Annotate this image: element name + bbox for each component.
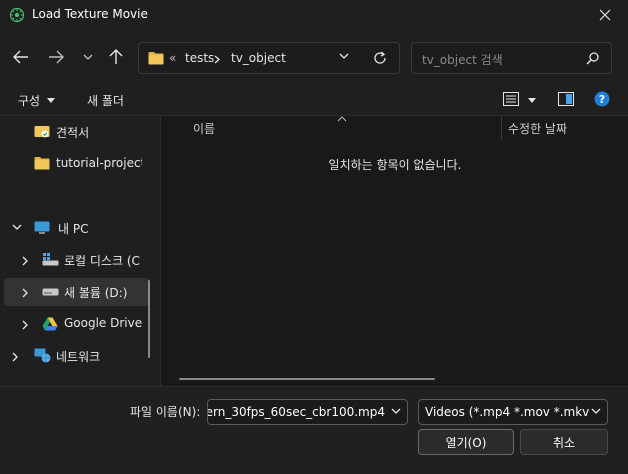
chevron-right-icon[interactable] xyxy=(22,288,28,298)
network-icon xyxy=(34,348,51,363)
close-icon xyxy=(599,9,611,21)
navigation-bar: « tests tv_object tv_object 검색 xyxy=(0,30,628,82)
sidebar-item-label: tutorial-projectio xyxy=(56,156,142,170)
chevron-down-icon[interactable] xyxy=(12,224,22,231)
open-button[interactable]: 열기(O) xyxy=(418,429,514,455)
chevron-down-icon[interactable] xyxy=(391,408,401,415)
sidebar-item-volume-d[interactable]: 새 볼륨 (D:) xyxy=(4,278,150,306)
search-input[interactable]: tv_object 검색 xyxy=(411,42,612,74)
chevron-down-icon xyxy=(83,54,93,60)
sidebar-scrollbar[interactable] xyxy=(148,280,150,358)
sort-ascending-icon xyxy=(337,116,347,122)
sidebar-item-label: 새 볼륨 (D:) xyxy=(64,286,128,300)
sidebar-item-label: 네트워크 xyxy=(56,350,101,364)
sidebar-item-label: 로컬 디스크 (C xyxy=(64,254,140,268)
refresh-icon[interactable] xyxy=(373,51,387,65)
sidebar-item-google-drive[interactable]: Google Drive ( xyxy=(0,310,156,338)
up-button[interactable] xyxy=(104,46,128,68)
svg-text:?: ? xyxy=(599,93,605,106)
search-icon xyxy=(586,52,599,65)
chevron-down-icon[interactable] xyxy=(528,98,536,103)
address-bar[interactable]: « tests tv_object xyxy=(138,42,400,74)
new-folder-button[interactable]: 새 폴더 xyxy=(87,92,124,109)
organize-button[interactable]: 구성 xyxy=(18,92,40,109)
window-title: Load Texture Movie xyxy=(32,7,148,21)
google-drive-icon xyxy=(42,317,58,331)
breadcrumb-overflow[interactable]: « xyxy=(169,51,176,65)
search-placeholder: tv_object 검색 xyxy=(422,53,503,67)
recent-locations-button[interactable] xyxy=(76,46,100,68)
breadcrumb-tests[interactable]: tests xyxy=(185,51,214,65)
chevron-right-icon[interactable] xyxy=(12,352,18,362)
title-bar: Load Texture Movie xyxy=(0,0,628,30)
sidebar-item-network[interactable]: 네트워크 xyxy=(0,342,156,370)
breadcrumb-tv-object[interactable]: tv_object xyxy=(231,51,286,65)
cancel-button[interactable]: 취소 xyxy=(520,429,608,455)
filename-input[interactable]: Pattern_30fps_60sec_cbr100.mp4 xyxy=(207,399,408,425)
empty-state-message: 일치하는 항목이 없습니다. xyxy=(328,158,462,172)
arrow-right-icon xyxy=(49,50,64,64)
arrow-left-icon xyxy=(13,50,28,64)
navigation-pane: 견적서 tutorial-projectio 내 PC 로컬 디스크 (C xyxy=(0,116,160,386)
chevron-down-icon[interactable] xyxy=(339,53,349,60)
sidebar-item-local-disk-c[interactable]: 로컬 디스크 (C xyxy=(0,246,156,274)
sidebar-item-estimate[interactable]: 견적서 xyxy=(0,118,156,146)
preview-pane-icon[interactable] xyxy=(558,92,574,106)
sidebar-item-label: 내 PC xyxy=(58,222,89,236)
filename-label: 파일 이름(N): xyxy=(130,405,201,419)
chevron-right-icon[interactable] xyxy=(22,256,28,266)
filename-value: Pattern_30fps_60sec_cbr100.mp4 xyxy=(208,405,385,419)
file-type-select[interactable]: Videos (*.mp4 *.mov *.mkv *.avi) xyxy=(418,399,608,425)
app-icon xyxy=(9,7,25,23)
windows-drive-icon xyxy=(42,253,59,266)
close-button[interactable] xyxy=(582,0,628,30)
column-header-modified[interactable]: 수정한 날짜 xyxy=(508,120,567,137)
folder-icon xyxy=(34,157,50,170)
folder-icon xyxy=(148,52,164,65)
chevron-right-icon xyxy=(214,55,220,64)
file-list: 이름 수정한 날짜 일치하는 항목이 없습니다. xyxy=(160,116,628,386)
chevron-down-icon xyxy=(47,98,55,103)
sidebar-item-label: 견적서 xyxy=(56,126,90,140)
computer-icon xyxy=(34,221,50,234)
sidebar-item-label: Google Drive ( xyxy=(64,316,142,330)
folder-sync-icon xyxy=(34,126,50,138)
dialog-footer: 파일 이름(N): Pattern_30fps_60sec_cbr100.mp4… xyxy=(0,386,628,474)
chevron-right-icon[interactable] xyxy=(22,320,28,330)
sidebar-item-this-pc[interactable]: 내 PC xyxy=(0,214,156,242)
command-bar: 구성 새 폴더 ? xyxy=(0,82,628,116)
back-button[interactable] xyxy=(9,46,33,68)
view-options-icon[interactable] xyxy=(503,92,519,106)
chevron-down-icon xyxy=(591,408,601,414)
horizontal-scrollbar[interactable] xyxy=(179,378,435,380)
forward-button[interactable] xyxy=(44,46,68,68)
arrow-up-icon xyxy=(109,49,123,64)
help-icon[interactable]: ? xyxy=(594,91,610,107)
column-divider[interactable] xyxy=(501,116,502,140)
column-header-name[interactable]: 이름 xyxy=(193,120,215,137)
drive-icon xyxy=(42,288,59,296)
sidebar-item-tutorial-projection[interactable]: tutorial-projectio xyxy=(0,150,156,178)
file-type-value: Videos (*.mp4 *.mov *.mkv *.avi) xyxy=(425,405,589,419)
